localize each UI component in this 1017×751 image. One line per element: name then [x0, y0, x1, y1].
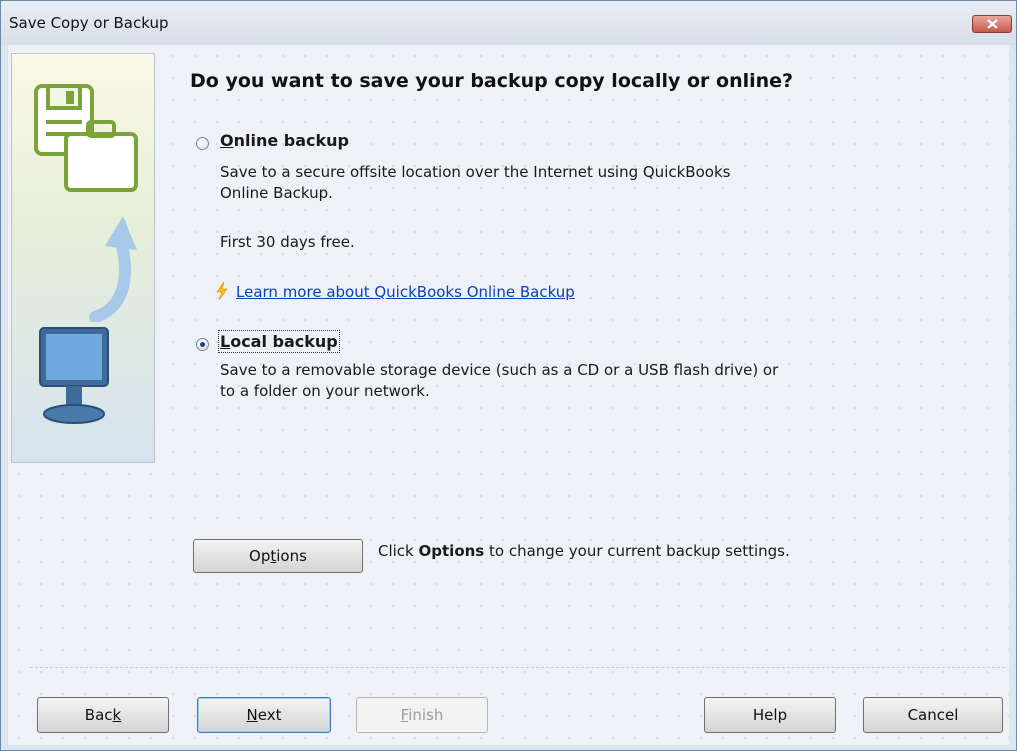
local-backup-description: Save to a removable storage device (such…	[220, 360, 778, 402]
title-bar: Save Copy or Backup	[1, 1, 1016, 45]
local-desc-line1: Save to a removable storage device (such…	[220, 361, 779, 379]
learn-more-link[interactable]: Learn more about QuickBooks Online Backu…	[236, 283, 575, 301]
dialog-window: Save Copy or Backup Do you want to save …	[0, 0, 1017, 751]
page-heading: Do you want to save your backup copy loc…	[190, 70, 794, 92]
save-briefcase-icon	[34, 84, 138, 192]
illustration-panel	[11, 53, 155, 463]
free-trial-text: First 30 days free.	[220, 233, 355, 251]
help-button[interactable]: Help	[704, 697, 836, 733]
monitor-icon	[39, 327, 109, 424]
cancel-button[interactable]: Cancel	[863, 697, 1003, 733]
dialog-body: Do you want to save your backup copy loc…	[8, 45, 1009, 745]
next-button[interactable]: Next	[197, 697, 331, 733]
lightning-icon	[216, 282, 228, 300]
curved-arrow-icon	[89, 216, 137, 322]
online-desc-line2: Online Backup.	[220, 184, 333, 202]
options-hint: Click Options to change your current bac…	[378, 542, 790, 560]
local-backup-label[interactable]: Local backup	[218, 330, 340, 353]
options-button[interactable]: Options	[193, 539, 363, 573]
online-backup-description: Save to a secure offsite location over t…	[220, 162, 730, 204]
close-icon	[987, 19, 998, 29]
finish-button[interactable]: Finish	[356, 697, 488, 733]
online-desc-line1: Save to a secure offsite location over t…	[220, 163, 731, 181]
local-backup-radio[interactable]	[196, 338, 209, 351]
back-button[interactable]: Back	[37, 697, 169, 733]
close-button[interactable]	[972, 15, 1012, 33]
online-backup-label[interactable]: Online backup	[220, 131, 349, 150]
online-backup-radio[interactable]	[196, 137, 209, 150]
footer-separator	[30, 667, 1005, 668]
local-desc-line2: to a folder on your network.	[220, 382, 430, 400]
window-title: Save Copy or Backup	[9, 14, 169, 32]
